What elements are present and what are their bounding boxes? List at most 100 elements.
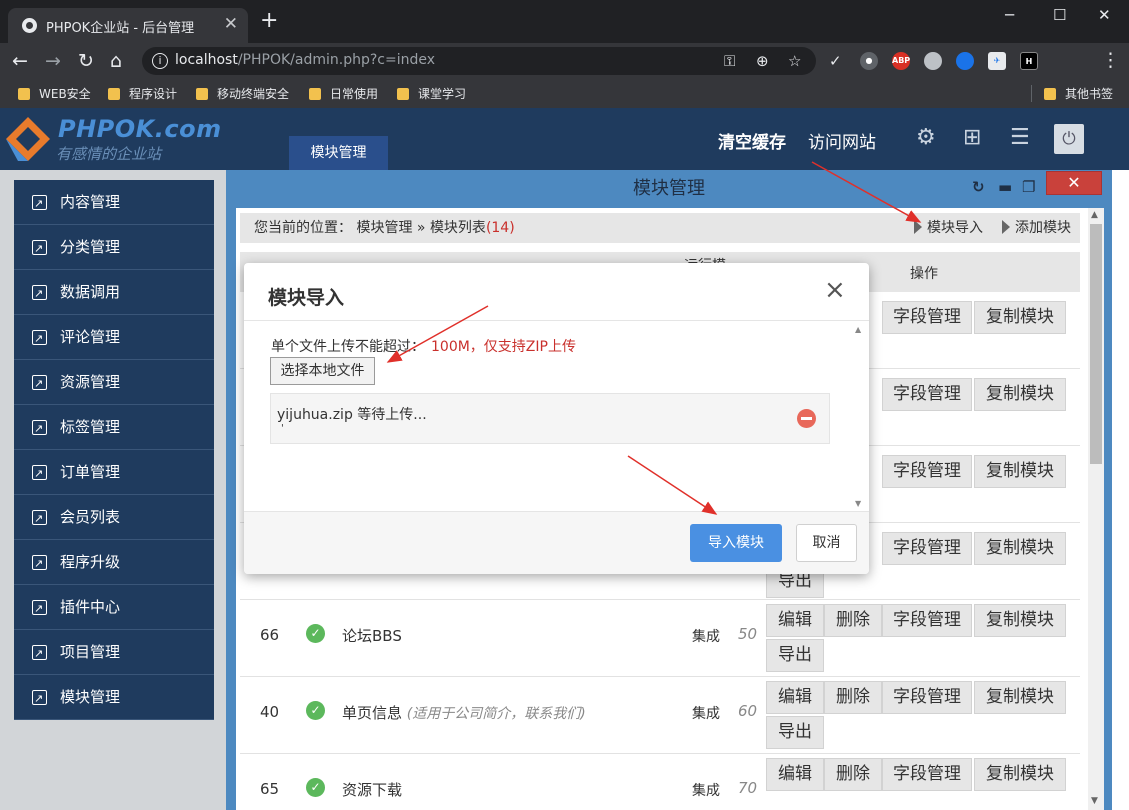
field-management-button[interactable]: 字段管理 (882, 455, 972, 488)
new-tab-icon[interactable]: + (260, 10, 278, 32)
edit-button[interactable]: 编辑 (766, 681, 824, 714)
sidebar-item-upgrade[interactable]: 程序升级 (14, 540, 214, 586)
bookmark-class[interactable]: 课堂学习 (397, 85, 466, 102)
home-icon[interactable]: ⌂ (110, 49, 122, 73)
module-name[interactable]: 单页信息 (适用于公司简介，联系我们) (342, 702, 586, 723)
module-name[interactable]: 资源下载 (342, 779, 402, 800)
zoom-icon[interactable]: ⊕ (756, 52, 769, 70)
status-ok-icon[interactable]: ✓ (306, 624, 325, 643)
copy-module-button[interactable]: 复制模块 (974, 532, 1066, 565)
refresh-icon[interactable]: ↻ (972, 178, 985, 196)
extension-ball-icon[interactable] (924, 52, 942, 70)
add-module-link[interactable]: 添加模块 (1002, 213, 1071, 243)
minimize-icon[interactable]: ─ (1005, 6, 1014, 24)
export-button[interactable]: 导出 (766, 716, 824, 749)
extension-bird-icon[interactable]: ✈ (988, 52, 1006, 70)
key-icon[interactable]: ⚿ (724, 52, 735, 70)
site-info-icon[interactable]: i (152, 53, 168, 69)
adblock-plus-icon[interactable]: ABP (892, 52, 910, 70)
edit-button[interactable]: 编辑 (766, 604, 824, 637)
address-bar[interactable]: i localhost/PHPOK/admin.php?c=index ⚿ ⊕ … (142, 47, 816, 75)
panel-close-icon[interactable]: ✕ (1046, 171, 1102, 195)
bookmark-daily[interactable]: 日常使用 (309, 85, 378, 102)
list-icon[interactable]: ☰ (1010, 125, 1030, 150)
module-name[interactable]: 论坛BBS (342, 625, 402, 646)
dialog-scrollbar[interactable]: ▲ ▼ (852, 323, 866, 509)
external-link-icon (32, 497, 47, 541)
bookmark-web-security[interactable]: WEB安全 (18, 85, 91, 102)
dialog-close-icon[interactable]: × (824, 276, 846, 304)
sidebar-item-modules[interactable]: 模块管理 (14, 675, 214, 721)
field-management-button[interactable]: 字段管理 (882, 378, 972, 411)
sidebar-item-projects[interactable]: 项目管理 (14, 630, 214, 676)
scroll-up-icon[interactable]: ▲ (855, 325, 861, 334)
back-icon[interactable]: ← (12, 49, 28, 73)
export-button[interactable]: 导出 (766, 639, 824, 672)
extension-bulb-icon[interactable]: ● (860, 52, 878, 70)
panel-restore-icon[interactable]: ❐ (1022, 178, 1035, 196)
gear-icon[interactable]: ⚙ (916, 125, 936, 150)
cancel-button[interactable]: 取消 (796, 524, 857, 562)
bookmark-star-icon[interactable]: ☆ (788, 52, 801, 70)
delete-button[interactable]: 删除 (824, 604, 882, 637)
module-import-link[interactable]: 模块导入 (914, 213, 983, 243)
sidebar-item-members[interactable]: 会员列表 (14, 495, 214, 541)
field-management-button[interactable]: 字段管理 (882, 758, 972, 791)
edit-button[interactable]: 编辑 (766, 758, 824, 791)
chrome-menu-icon[interactable]: ⋮ (1101, 48, 1120, 72)
dialog-body: 单个文件上传不能超过： 100M，仅支持ZIP上传 选择本地文件 yijuhua.… (244, 321, 869, 511)
sidebar-item-comments[interactable]: 评论管理 (14, 315, 214, 361)
breadcrumb-root[interactable]: 模块管理 (356, 220, 412, 236)
sidebar-item-plugins[interactable]: 插件中心 (14, 585, 214, 631)
bookmark-mobile-security[interactable]: 移动终端安全 (196, 85, 289, 102)
check-extension-icon[interactable]: ✓ (829, 52, 842, 70)
field-management-button[interactable]: 字段管理 (882, 532, 972, 565)
copy-module-button[interactable]: 复制模块 (974, 758, 1066, 791)
sidebar-item-data-call[interactable]: 数据调用 (14, 270, 214, 316)
sidebar-item-category[interactable]: 分类管理 (14, 225, 214, 271)
bookmark-other[interactable]: 其他书签 (1031, 85, 1113, 102)
browser-tab[interactable]: PHPOK企业站 - 后台管理 ✕ (8, 8, 248, 43)
sidebar-item-content[interactable]: 内容管理 (14, 180, 214, 226)
header-tab-module-management[interactable]: 模块管理 (289, 136, 388, 170)
tab-close-icon[interactable]: ✕ (224, 14, 238, 34)
scroll-down-icon[interactable]: ▼ (1091, 796, 1098, 806)
choose-local-file-button[interactable]: 选择本地文件 (270, 357, 375, 385)
field-management-button[interactable]: 字段管理 (882, 681, 972, 714)
delete-button[interactable]: 删除 (824, 758, 882, 791)
bookmark-programming[interactable]: 程序设计 (108, 85, 177, 102)
copy-module-button[interactable]: 复制模块 (974, 378, 1066, 411)
panel-minimize-icon[interactable]: ▬ (998, 178, 1012, 196)
remove-file-icon[interactable] (797, 409, 816, 428)
forward-icon[interactable]: → (45, 49, 61, 73)
reload-icon[interactable]: ↻ (78, 49, 94, 73)
copy-module-button[interactable]: 复制模块 (974, 455, 1066, 488)
visit-site-link[interactable]: 访问网站 (808, 128, 876, 153)
status-ok-icon[interactable]: ✓ (306, 778, 325, 797)
import-module-button[interactable]: 导入模块 (690, 524, 782, 562)
windows-icon[interactable]: ⊞ (963, 125, 981, 150)
module-count: (14) (485, 220, 515, 236)
scroll-up-icon[interactable]: ▲ (1091, 210, 1098, 220)
clear-cache-link[interactable]: 清空缓存 (718, 128, 786, 153)
sidebar-item-orders[interactable]: 订单管理 (14, 450, 214, 496)
sidebar-item-tags[interactable]: 标签管理 (14, 405, 214, 451)
close-window-icon[interactable]: ✕ (1098, 6, 1111, 24)
url-text[interactable]: localhost/PHPOK/admin.php?c=index (175, 52, 435, 68)
copy-module-button[interactable]: 复制模块 (974, 604, 1066, 637)
field-management-button[interactable]: 字段管理 (882, 301, 972, 334)
scroll-down-icon[interactable]: ▼ (855, 499, 861, 508)
maximize-icon[interactable]: ☐ (1053, 6, 1066, 24)
extension-drop-icon[interactable] (956, 52, 974, 70)
file-status: yijuhua.zip 等待上传... (277, 407, 427, 423)
copy-module-button[interactable]: 复制模块 (974, 301, 1066, 334)
extension-h-icon[interactable]: H (1020, 52, 1038, 70)
scrollbar-thumb[interactable] (1090, 224, 1102, 464)
copy-module-button[interactable]: 复制模块 (974, 681, 1066, 714)
sidebar-item-resources[interactable]: 资源管理 (14, 360, 214, 406)
content-scrollbar[interactable]: ▲ ▼ (1088, 208, 1104, 810)
delete-button[interactable]: 删除 (824, 681, 882, 714)
status-ok-icon[interactable]: ✓ (306, 701, 325, 720)
power-icon[interactable]: ⏻ (1054, 124, 1084, 154)
field-management-button[interactable]: 字段管理 (882, 604, 972, 637)
